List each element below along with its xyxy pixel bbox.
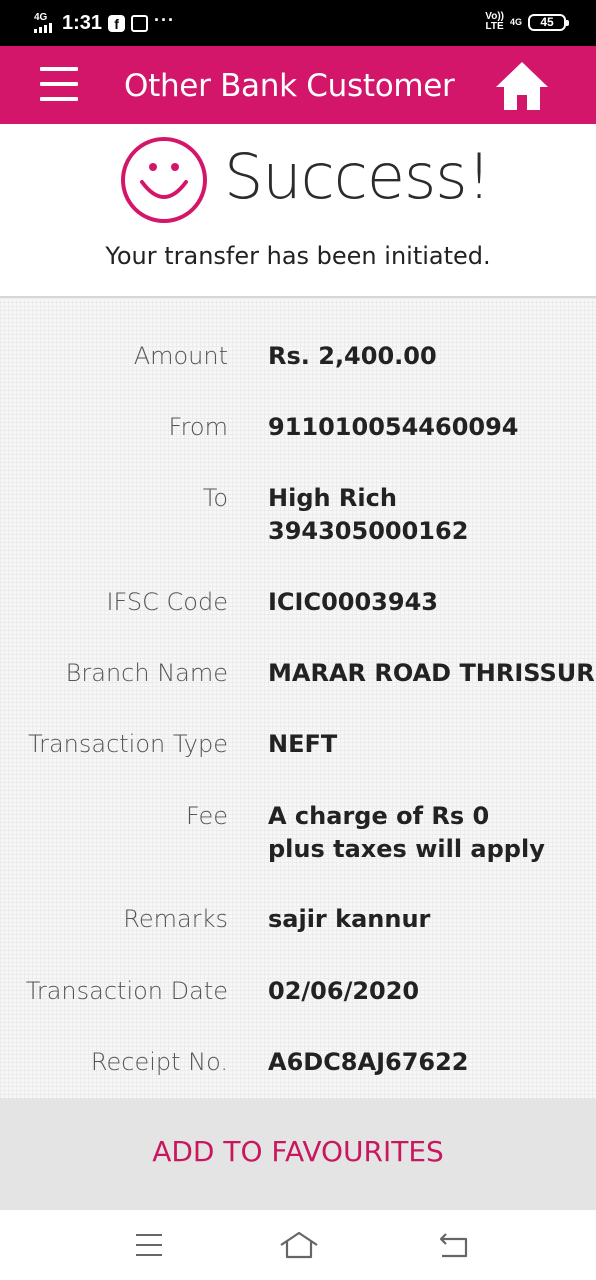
smiley-icon: [121, 137, 207, 223]
ifsc-value: ICIC0003943: [268, 588, 438, 616]
volte-icon: Vo)) LTE: [485, 12, 504, 32]
system-nav-bar: [0, 1210, 596, 1280]
success-title: Success!: [224, 140, 491, 213]
nav-home-icon[interactable]: [278, 1230, 320, 1260]
data-network-label: 4G: [509, 17, 522, 27]
transfer-details: Amount Rs. 2,400.00 From 911010054460094…: [0, 298, 596, 1098]
transaction-date-value: 02/06/2020: [268, 977, 420, 1005]
favourites-bar: ADD TO FAVOURITES: [0, 1098, 596, 1210]
clock: 1:31: [62, 12, 103, 34]
from-value: 911010054460094: [268, 413, 519, 441]
battery-icon: 45: [528, 13, 569, 31]
to-label: To: [202, 484, 228, 512]
lte-label: LTE: [485, 21, 504, 32]
success-message: Your transfer has been initiated.: [105, 242, 491, 270]
transaction-type-label: Transaction Type: [27, 730, 228, 758]
status-bar: 4G 1:31 f ··· Vo)) LTE 4G 45: [0, 0, 596, 46]
status-right: Vo)) LTE 4G 45: [485, 12, 569, 32]
to-value: High Rich 394305000162: [268, 484, 469, 545]
ifsc-label: IFSC Code: [106, 588, 228, 616]
transaction-date-label: Transaction Date: [25, 977, 228, 1005]
receipt-label: Receipt No.: [90, 1048, 228, 1076]
from-label: From: [168, 413, 228, 441]
page-title: Other Bank Customer: [124, 68, 455, 104]
receipt-value: A6DC8AJ67622: [268, 1048, 469, 1076]
battery-level: 45: [540, 14, 554, 29]
branch-label: Branch Name: [65, 659, 228, 687]
branch-value: MARAR ROAD THRISSUR: [268, 659, 595, 687]
remarks-label: Remarks: [123, 905, 228, 933]
message-icon: [131, 15, 149, 32]
remarks-value: sajir kannur: [268, 905, 431, 933]
app-bar: Other Bank Customer: [0, 46, 596, 124]
fee-value: A charge of Rs 0 plus taxes will apply: [268, 802, 545, 863]
cell-signal-icon: 4G: [34, 11, 56, 35]
network-type-label: 4G: [34, 11, 48, 23]
home-icon[interactable]: [494, 60, 550, 112]
success-section: Success! Your transfer has been initiate…: [0, 124, 596, 296]
back-icon[interactable]: [438, 1230, 470, 1260]
recent-apps-icon[interactable]: [136, 1234, 162, 1256]
amount-value: Rs. 2,400.00: [268, 342, 437, 370]
transaction-type-value: NEFT: [268, 730, 338, 758]
status-left: 4G 1:31 f ···: [34, 10, 176, 35]
hamburger-menu-icon[interactable]: [40, 67, 78, 101]
more-notifications-icon: ···: [154, 10, 176, 30]
add-to-favourites-button[interactable]: ADD TO FAVOURITES: [0, 1098, 596, 1210]
fee-label: Fee: [185, 802, 228, 830]
amount-label: Amount: [133, 342, 228, 370]
facebook-icon: f: [108, 15, 126, 32]
